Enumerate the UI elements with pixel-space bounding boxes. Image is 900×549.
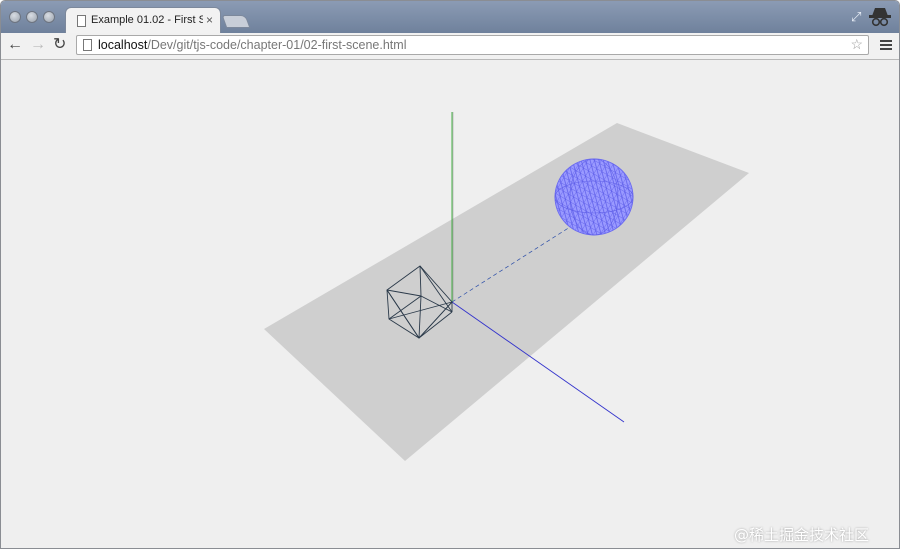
tab-first-scene[interactable]: Example 01.02 - First Scene × — [65, 7, 221, 33]
reload-icon[interactable]: ↻ — [53, 36, 66, 54]
wireframe-sphere — [554, 158, 634, 236]
webgl-viewport[interactable] — [1, 60, 899, 548]
new-tab-button[interactable] — [221, 15, 251, 28]
three-scene — [264, 112, 749, 461]
page-icon — [83, 39, 92, 51]
page-icon — [77, 15, 86, 27]
address-bar[interactable]: localhost/Dev/git/tjs-code/chapter-01/02… — [76, 35, 869, 55]
fullscreen-icon[interactable]: ⤢ — [851, 9, 861, 25]
title-bar: Example 01.02 - First Scene × ⤢ — [1, 1, 899, 33]
zoom-window-button[interactable] — [43, 11, 55, 23]
toolbar: ← → ↻ localhost/Dev/git/tjs-code/chapter… — [1, 33, 899, 60]
forward-icon[interactable]: → — [30, 36, 46, 54]
incognito-icon — [869, 8, 891, 27]
watermark: @稀土掘金技术社区 — [734, 526, 870, 544]
tab-title: Example 01.02 - First Scene — [91, 14, 203, 26]
ground-plane — [264, 123, 749, 461]
back-icon[interactable]: ← — [7, 36, 23, 54]
url-host: localhost — [98, 38, 148, 52]
tab-close-button[interactable]: × — [206, 13, 213, 27]
close-window-button[interactable] — [9, 11, 21, 23]
browser-window: Example 01.02 - First Scene × ⤢ ← → ↻ lo… — [0, 0, 900, 549]
url-text: localhost/Dev/git/tjs-code/chapter-01/02… — [98, 38, 406, 52]
menu-icon[interactable] — [880, 40, 892, 52]
minimize-window-button[interactable] — [26, 11, 38, 23]
star-icon[interactable]: ☆ — [850, 36, 863, 53]
url-path: /Dev/git/tjs-code/chapter-01/02-first-sc… — [147, 38, 407, 52]
